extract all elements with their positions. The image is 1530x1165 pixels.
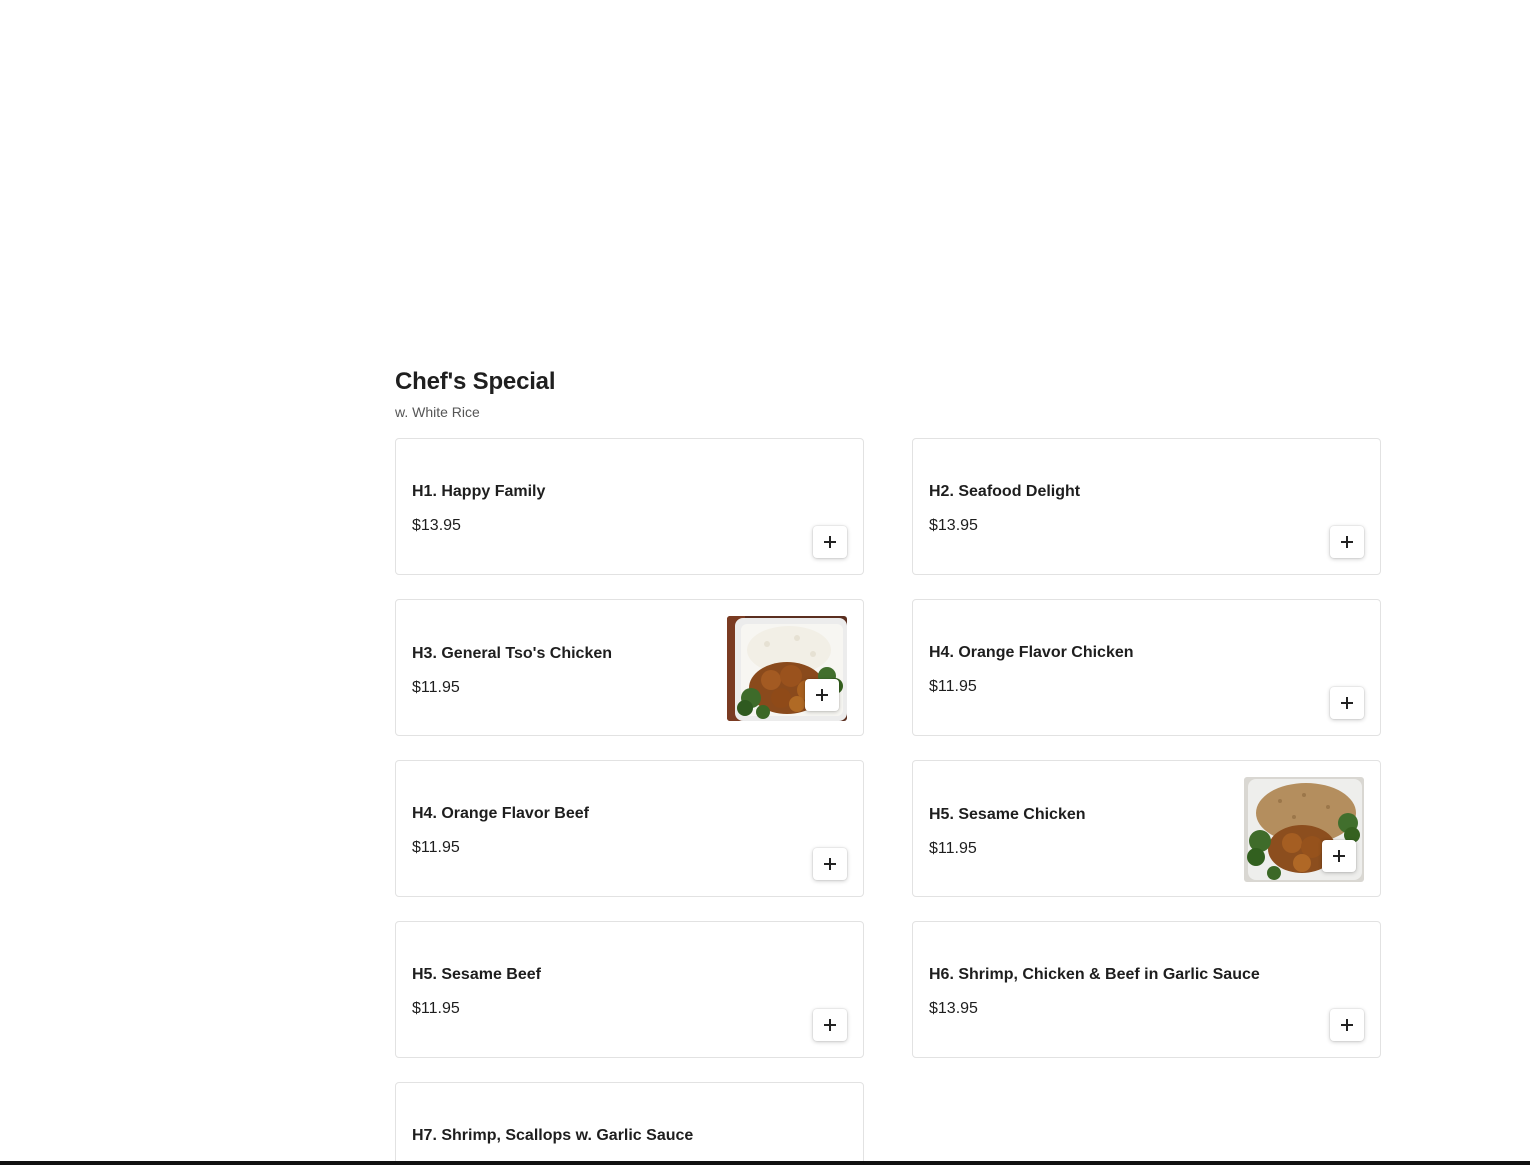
add-item-button[interactable]	[1322, 840, 1356, 872]
add-item-button[interactable]	[1330, 1009, 1364, 1041]
menu-item-price: $11.95	[412, 1000, 460, 1017]
plus-icon	[816, 689, 828, 701]
section-subtitle: w. White Rice	[395, 404, 480, 420]
menu-item-card[interactable]: H6. Shrimp, Chicken & Beef in Garlic Sau…	[912, 921, 1381, 1058]
menu-item-name: H4. Orange Flavor Chicken	[929, 644, 1134, 661]
menu-item-name: H1. Happy Family	[412, 483, 546, 500]
menu-item-card[interactable]: H4. Orange Flavor Chicken $11.95	[912, 599, 1381, 736]
menu-item-name: H7. Shrimp, Scallops w. Garlic Sauce	[412, 1127, 694, 1144]
menu-item-price: $11.95	[929, 840, 977, 857]
plus-icon	[824, 858, 836, 870]
menu-item-name: H2. Seafood Delight	[929, 483, 1081, 500]
menu-item-price: $13.95	[929, 1000, 978, 1017]
menu-item-card[interactable]: H4. Orange Flavor Beef $11.95	[395, 760, 864, 897]
section-title: Chef's Special	[395, 368, 556, 395]
menu-section-chefs-special: Chef's Special w. White Rice H1. Happy F…	[395, 366, 1381, 1165]
menu-item-name: H4. Orange Flavor Beef	[412, 805, 589, 822]
menu-item-card[interactable]: H3. General Tso's Chicken $11.95	[395, 599, 864, 736]
menu-page: Chef's Special w. White Rice H1. Happy F…	[0, 0, 1530, 1165]
menu-item-grid: H1. Happy Family $13.95 H2. Seafood Deli…	[395, 438, 1381, 1165]
add-item-button[interactable]	[1330, 687, 1364, 719]
menu-item-price: $13.95	[412, 517, 461, 534]
menu-item-price: $11.95	[412, 839, 460, 856]
menu-item-card[interactable]: H7. Shrimp, Scallops w. Garlic Sauce	[395, 1082, 864, 1165]
plus-icon	[1333, 850, 1345, 862]
plus-icon	[824, 1019, 836, 1031]
plus-icon	[1341, 536, 1353, 548]
add-item-button[interactable]	[813, 526, 847, 558]
add-item-button[interactable]	[1330, 526, 1364, 558]
menu-item-photo[interactable]	[727, 616, 847, 721]
menu-item-card[interactable]: H2. Seafood Delight $13.95	[912, 438, 1381, 575]
menu-item-card[interactable]: H1. Happy Family $13.95	[395, 438, 864, 575]
add-item-button[interactable]	[813, 848, 847, 880]
menu-item-name: H3. General Tso's Chicken	[412, 645, 613, 662]
menu-item-name: H5. Sesame Chicken	[929, 806, 1086, 823]
menu-item-price: $13.95	[929, 517, 978, 534]
plus-icon	[824, 536, 836, 548]
plus-icon	[1341, 1019, 1353, 1031]
plus-icon	[1341, 697, 1353, 709]
menu-item-card[interactable]: H5. Sesame Beef $11.95	[395, 921, 864, 1058]
window-bottom-edge	[0, 1161, 1530, 1165]
add-item-button[interactable]	[805, 679, 839, 711]
menu-item-price: $11.95	[929, 678, 977, 695]
menu-item-price: $11.95	[412, 679, 460, 696]
menu-item-name: H5. Sesame Beef	[412, 966, 541, 983]
add-item-button[interactable]	[813, 1009, 847, 1041]
menu-item-card[interactable]: H5. Sesame Chicken $11.95	[912, 760, 1381, 897]
menu-item-photo[interactable]	[1244, 777, 1364, 882]
menu-item-name: H6. Shrimp, Chicken & Beef in Garlic Sau…	[929, 966, 1260, 983]
